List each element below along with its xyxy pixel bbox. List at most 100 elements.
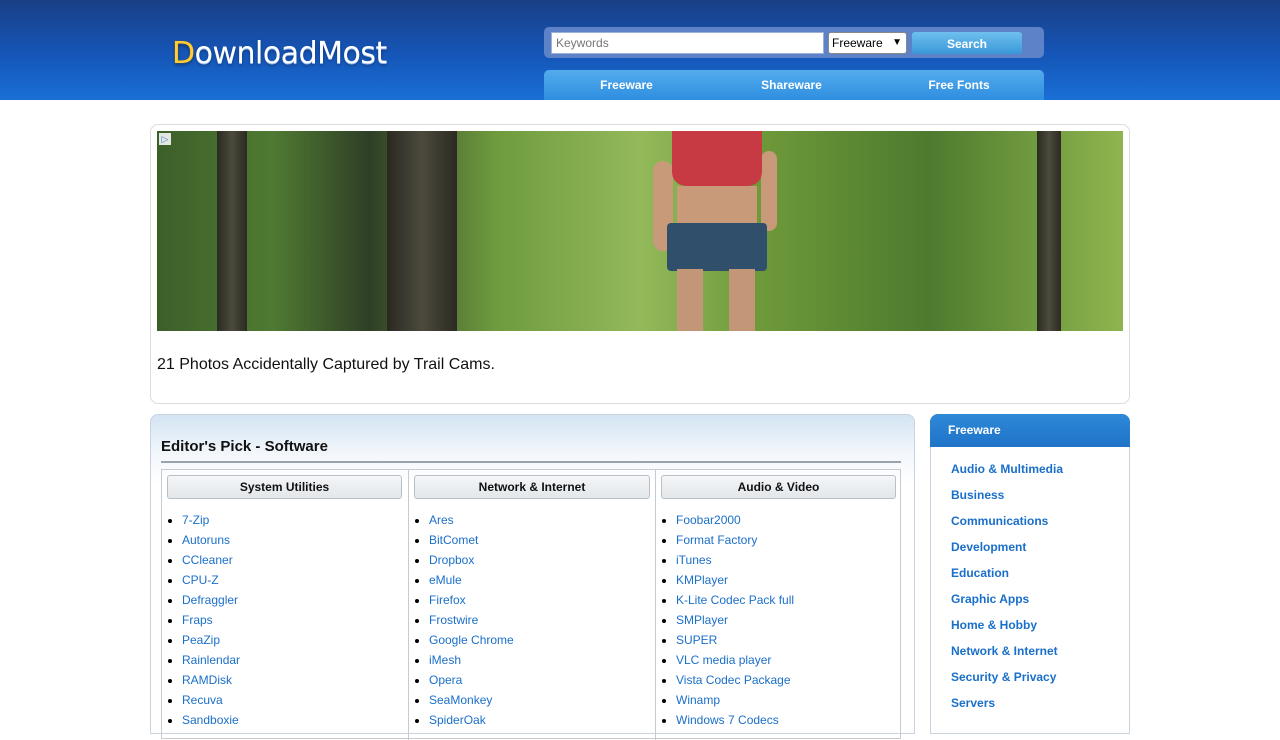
software-link[interactable]: Firefox: [429, 593, 466, 607]
category-link[interactable]: Home & Hobby: [951, 618, 1037, 632]
list-item: Opera: [429, 670, 514, 690]
category-heading: System Utilities: [167, 475, 402, 499]
software-link[interactable]: BitComet: [429, 533, 478, 547]
logo-d-mark: D: [172, 36, 195, 71]
editors-pick-table: System Utilities 7-Zip Autoruns CCleaner CP…: [161, 469, 901, 740]
category-link[interactable]: Audio & Multimedia: [951, 462, 1063, 476]
category-link[interactable]: Development: [951, 540, 1026, 554]
software-link[interactable]: eMule: [429, 573, 462, 587]
software-link[interactable]: Windows 7 Codecs: [676, 713, 779, 727]
list-item: Recuva: [182, 690, 240, 710]
category-link[interactable]: Security & Privacy: [951, 670, 1056, 684]
software-link[interactable]: Vista Codec Package: [676, 673, 791, 687]
list-item: Format Factory: [676, 530, 794, 550]
software-link[interactable]: Ares: [429, 513, 454, 527]
search-category-select[interactable]: Freeware ▼: [828, 32, 907, 54]
software-link[interactable]: iTunes: [676, 553, 712, 567]
search-button[interactable]: Search: [912, 32, 1022, 54]
list-item: Fraps: [182, 610, 240, 630]
software-link[interactable]: Defraggler: [182, 593, 238, 607]
chevron-down-icon: ▼: [892, 37, 902, 48]
list-item: Firefox: [429, 590, 514, 610]
list-item: 7-Zip: [182, 510, 240, 530]
software-link[interactable]: SUPER: [676, 633, 717, 647]
category-link[interactable]: Business: [951, 488, 1004, 502]
category-heading: Audio & Video: [661, 475, 896, 499]
software-link[interactable]: VLC media player: [676, 653, 771, 667]
category-link[interactable]: Network & Internet: [951, 644, 1058, 658]
software-link[interactable]: 7-Zip: [182, 513, 209, 527]
software-link[interactable]: iMesh: [429, 653, 461, 667]
tree-trunk: [1037, 131, 1061, 331]
sidebar-item: Business: [951, 485, 1063, 511]
figure-arm: [761, 151, 777, 231]
freeware-sidebar: Freeware Audio & Multimedia Business Commu…: [930, 414, 1130, 734]
software-link[interactable]: Google Chrome: [429, 633, 514, 647]
software-link[interactable]: Dropbox: [429, 553, 474, 567]
list-item: CPU-Z: [182, 570, 240, 590]
nav-free-fonts[interactable]: Free Fonts: [874, 70, 1044, 100]
list-item: KMPlayer: [676, 570, 794, 590]
software-link[interactable]: SeaMonkey: [429, 693, 492, 707]
software-link[interactable]: CCleaner: [182, 553, 233, 567]
category-link[interactable]: Communications: [951, 514, 1048, 528]
list-item: Defraggler: [182, 590, 240, 610]
nav-freeware[interactable]: Freeware: [544, 70, 709, 100]
list-item: VLC media player: [676, 650, 794, 670]
category-link[interactable]: Education: [951, 566, 1009, 580]
software-link[interactable]: Recuva: [182, 693, 223, 707]
sidebar-item: Graphic Apps: [951, 589, 1063, 615]
software-list: Foobar2000 Format Factory iTunes KMPlayer K-…: [676, 510, 794, 730]
software-link[interactable]: CPU-Z: [182, 573, 219, 587]
figure-leg: [677, 269, 703, 331]
list-item: K-Lite Codec Pack full: [676, 590, 794, 610]
software-link[interactable]: Winamp: [676, 693, 720, 707]
software-link[interactable]: Sandboxie: [182, 713, 239, 727]
sidebar-item: Home & Hobby: [951, 615, 1063, 641]
ad-caption[interactable]: 21 Photos Accidentally Captured by Trail…: [157, 356, 495, 374]
software-link[interactable]: Frostwire: [429, 613, 478, 627]
figure-leg: [729, 269, 755, 331]
software-link[interactable]: SMPlayer: [676, 613, 728, 627]
tree-trunk: [387, 131, 457, 331]
sidebar-item: Education: [951, 563, 1063, 589]
advertisement: ▷ 21 Photos Accidentally Captured by Tra…: [150, 124, 1130, 404]
search-input[interactable]: [551, 32, 824, 54]
category-column: Audio & Video Foobar2000 Format Factory iT…: [655, 470, 900, 740]
software-link[interactable]: PeaZip: [182, 633, 220, 647]
category-link[interactable]: Servers: [951, 696, 995, 710]
logo-rest: ownloadMost: [194, 36, 388, 71]
software-link[interactable]: Format Factory: [676, 533, 757, 547]
category-link[interactable]: Graphic Apps: [951, 592, 1029, 606]
site-header: DownloadMost Freeware ▼ Search Freeware …: [0, 0, 1280, 100]
nav-shareware[interactable]: Shareware: [709, 70, 874, 100]
software-link[interactable]: KMPlayer: [676, 573, 728, 587]
list-item: Foobar2000: [676, 510, 794, 530]
list-item: RAMDisk: [182, 670, 240, 690]
software-link[interactable]: RAMDisk: [182, 673, 232, 687]
software-list: 7-Zip Autoruns CCleaner CPU-Z Defraggler Frap…: [182, 510, 240, 730]
software-link[interactable]: Fraps: [182, 613, 213, 627]
ad-choices-icon[interactable]: ▷: [159, 133, 171, 145]
list-item: Frostwire: [429, 610, 514, 630]
software-link[interactable]: Opera: [429, 673, 462, 687]
list-item: SeaMonkey: [429, 690, 514, 710]
software-link[interactable]: Foobar2000: [676, 513, 741, 527]
software-link[interactable]: SpiderOak: [429, 713, 486, 727]
list-item: Ares: [429, 510, 514, 530]
freeware-category-list: Audio & Multimedia Business Communications…: [951, 459, 1063, 719]
category-heading: Network & Internet: [414, 475, 650, 499]
list-item: CCleaner: [182, 550, 240, 570]
list-item: Windows 7 Codecs: [676, 710, 794, 730]
list-item: eMule: [429, 570, 514, 590]
software-link[interactable]: K-Lite Codec Pack full: [676, 593, 794, 607]
site-logo[interactable]: DownloadMost: [172, 36, 387, 88]
software-link[interactable]: Autoruns: [182, 533, 230, 547]
search-bar: Freeware ▼ Search: [544, 27, 1044, 58]
logo-text: DownloadMost: [172, 36, 387, 71]
tree-trunk: [217, 131, 247, 331]
ad-image[interactable]: ▷: [157, 131, 1123, 331]
sidebar-item: Communications: [951, 511, 1063, 537]
software-link[interactable]: Rainlendar: [182, 653, 240, 667]
list-item: SMPlayer: [676, 610, 794, 630]
